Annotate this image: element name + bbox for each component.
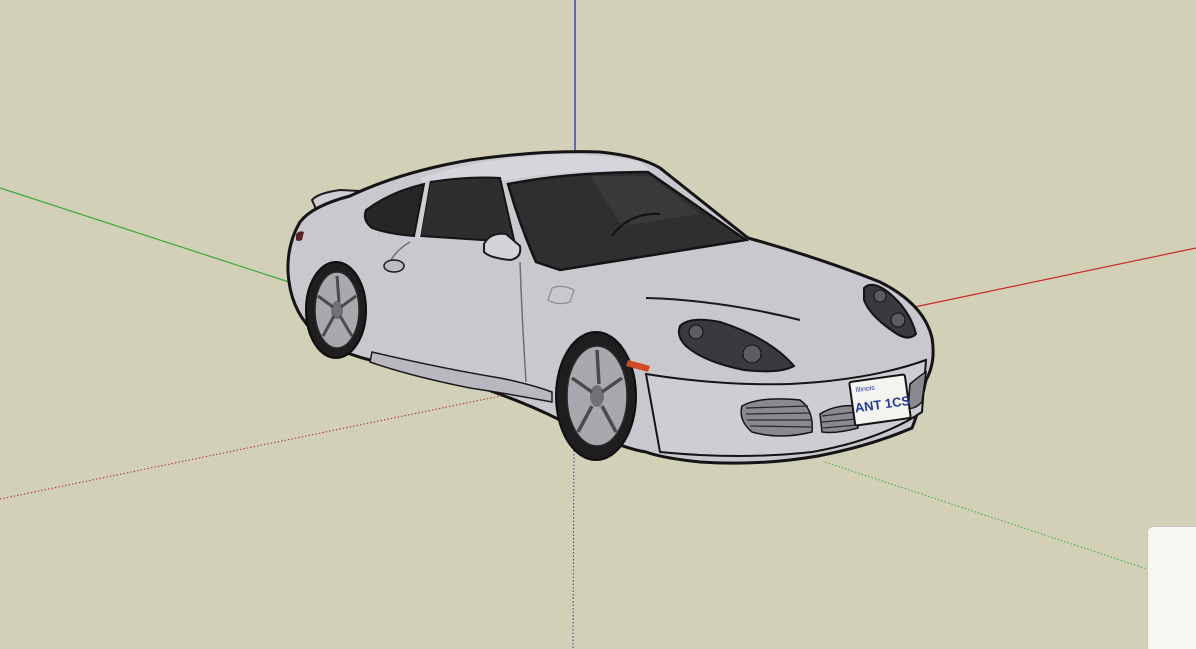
car-rear-wheel bbox=[305, 261, 367, 359]
green-axis-positive bbox=[0, 187, 293, 284]
car-front-side-window bbox=[418, 176, 516, 241]
modeling-viewport[interactable]: Illinois ANT 1CS bbox=[0, 0, 1196, 649]
blue-axis-negative bbox=[572, 439, 575, 649]
3d-scene[interactable]: Illinois ANT 1CS bbox=[0, 0, 1196, 649]
car-left-grille bbox=[740, 398, 813, 437]
green-axis-negative bbox=[824, 461, 1151, 571]
license-plate: Illinois ANT 1CS bbox=[848, 373, 912, 427]
car-door-handle bbox=[383, 259, 405, 273]
car-model[interactable]: Illinois ANT 1CS bbox=[286, 150, 935, 465]
car-front-wheel bbox=[555, 331, 637, 461]
corner-panel[interactable] bbox=[1147, 526, 1196, 649]
red-axis-positive bbox=[904, 247, 1196, 310]
red-axis-negative bbox=[0, 393, 511, 500]
